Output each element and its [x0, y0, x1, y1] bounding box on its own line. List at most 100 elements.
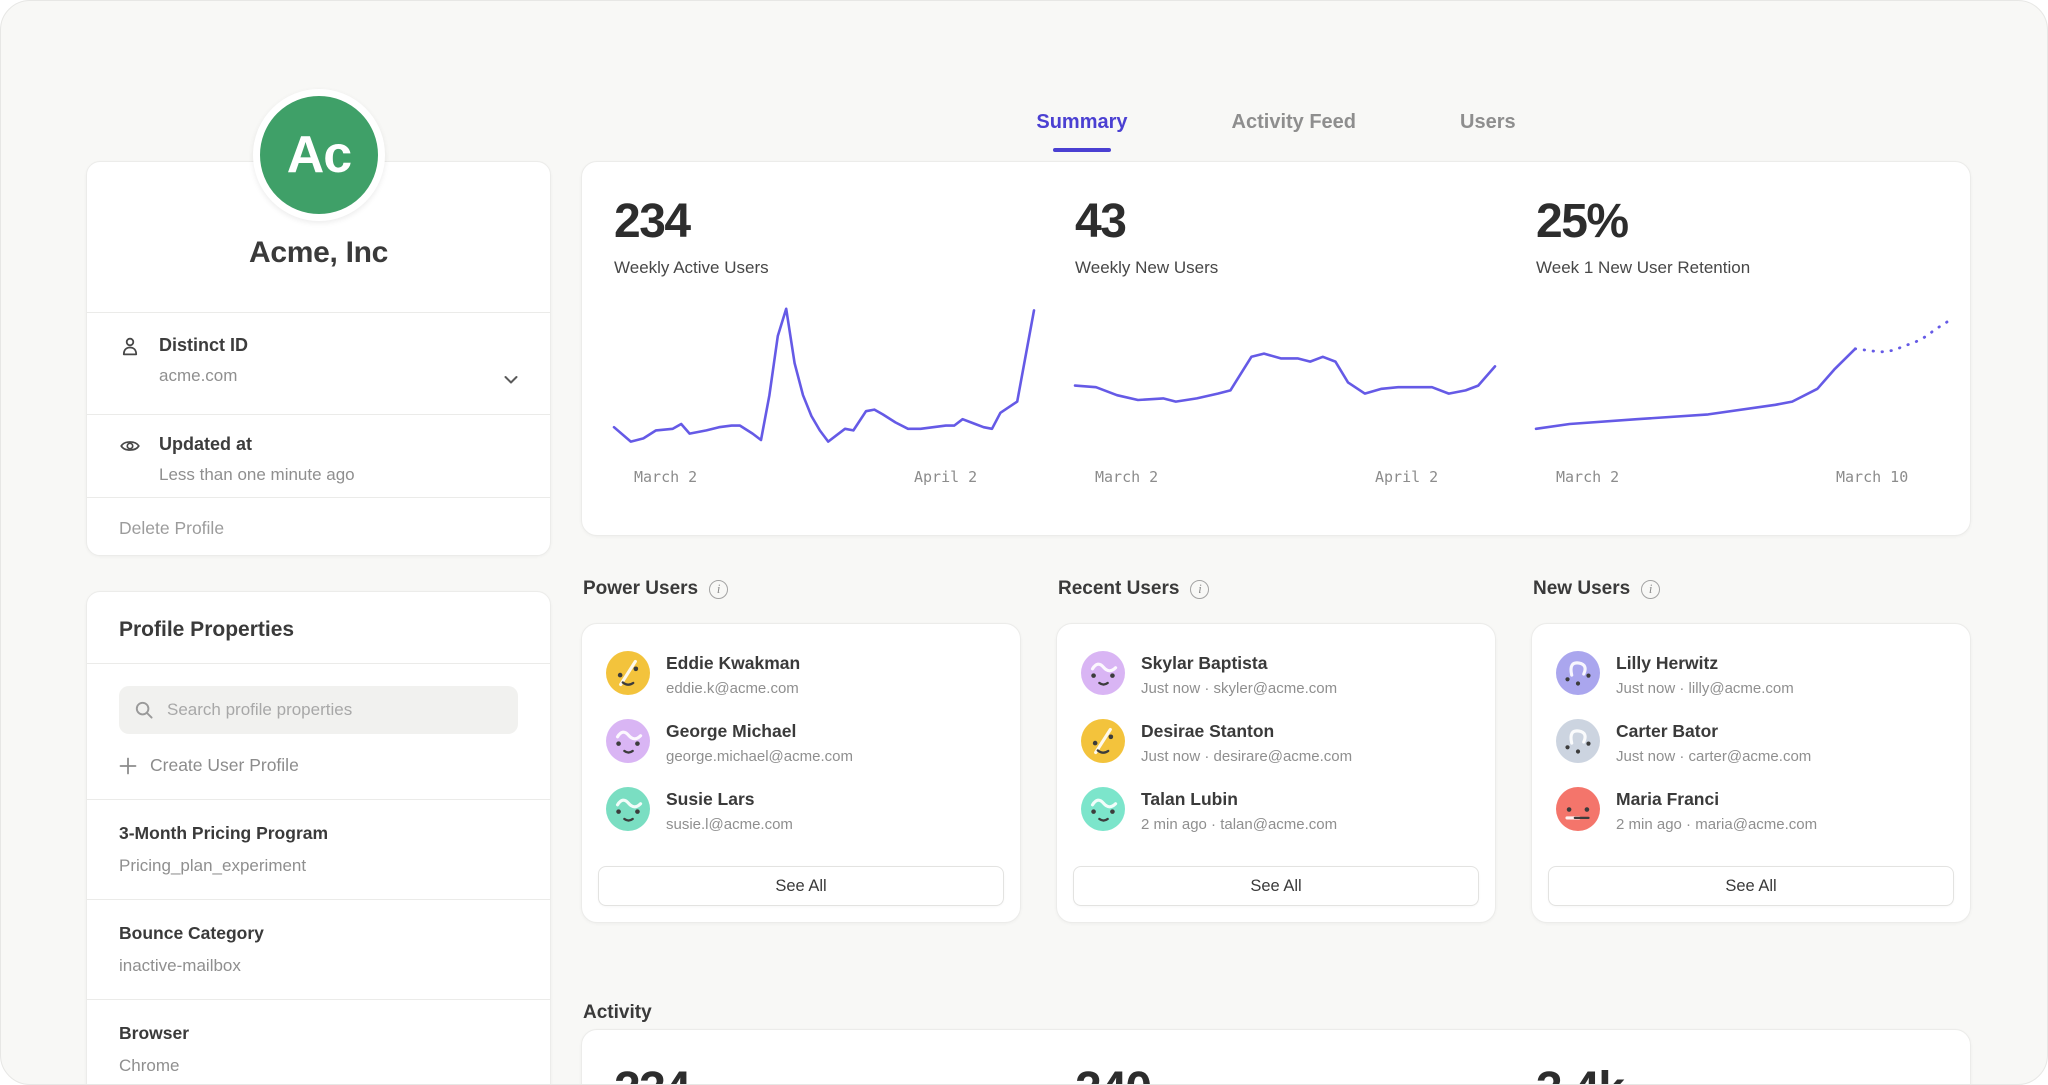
- user-list-item[interactable]: George Michael george.michael@acme.com: [606, 719, 1004, 765]
- plus-icon: [119, 757, 137, 775]
- x-axis-label: April 2: [914, 468, 977, 486]
- user-meta: Just now · skyler@acme.com: [1141, 680, 1337, 697]
- updated-at-row: Updated at Less than one minute ago: [87, 414, 550, 497]
- tab-users[interactable]: Users: [1454, 111, 1522, 150]
- activity-stat-value: 240: [1075, 1066, 1536, 1085]
- user-avatar: [1556, 787, 1600, 831]
- see-all-button[interactable]: See All: [598, 866, 1004, 906]
- user-list-item[interactable]: Maria Franci2 min ago · maria@acme.com: [1556, 787, 1954, 833]
- chevron-down-icon[interactable]: [502, 371, 520, 389]
- tab-summary[interactable]: Summary: [1030, 111, 1133, 150]
- property-value: Pricing_plan_experiment: [119, 856, 518, 876]
- section-header: Power Users i: [581, 576, 1021, 602]
- tab-label: Activity Feed: [1232, 111, 1356, 133]
- user-name: Talan Lubin: [1141, 789, 1337, 810]
- stat-value: 25%: [1536, 198, 1971, 246]
- sparkline-chart: [1536, 296, 1971, 456]
- activity-stat-value: 234: [614, 1066, 1075, 1085]
- distinct-id-value: acme.com: [159, 366, 248, 386]
- user-avatar: [1081, 787, 1125, 831]
- user-avatar: [1556, 651, 1600, 695]
- section-title: Power Users: [583, 578, 698, 600]
- search-input[interactable]: [165, 699, 503, 721]
- company-avatar: Ac: [253, 89, 385, 221]
- sparkline-chart: [614, 296, 1075, 456]
- stat-weekly-active-users: 234Weekly Active UsersMarch 2April 2: [614, 198, 1075, 488]
- avatar-face: [1556, 719, 1600, 763]
- user-avatar: [606, 651, 650, 695]
- stat-label: Weekly New Users: [1075, 258, 1536, 278]
- search-icon: [134, 700, 154, 720]
- updated-at-value: Less than one minute ago: [159, 465, 355, 485]
- user-meta: george.michael@acme.com: [666, 748, 853, 765]
- user-sections: Power Users i Eddie Kwakmaneddie.k@acme.co…: [581, 576, 1971, 923]
- tab-label: Summary: [1036, 111, 1127, 133]
- property-row[interactable]: BrowserChrome: [87, 999, 550, 1085]
- user-text: Skylar BaptistaJust now · skyler@acme.co…: [1141, 651, 1337, 697]
- distinct-id-row[interactable]: Distinct ID acme.com: [87, 312, 550, 414]
- sparkline-svg: [1075, 296, 1495, 456]
- updated-at-label: Updated at: [159, 434, 355, 455]
- user-text: Eddie Kwakmaneddie.k@acme.com: [666, 651, 800, 697]
- x-axis-labels: March 2March 10: [1536, 468, 1956, 488]
- activity-stat: 240: [1075, 1066, 1536, 1085]
- x-axis-label: April 2: [1375, 468, 1438, 486]
- create-user-profile-label: Create User Profile: [150, 755, 299, 776]
- section-power-users: Power Users i Eddie Kwakmaneddie.k@acme.co…: [581, 576, 1021, 923]
- user-list-item[interactable]: Eddie Kwakmaneddie.k@acme.com: [606, 651, 1004, 697]
- profile-properties-search[interactable]: [119, 686, 518, 734]
- user-list-item[interactable]: Desirae Stanton Just now · desirare@acme.…: [1081, 719, 1479, 765]
- activity-stat-value: 3.4k: [1536, 1066, 1997, 1085]
- avatar-face: [1556, 787, 1600, 831]
- user-name: Desirae Stanton: [1141, 721, 1352, 742]
- eye-icon: [119, 435, 141, 457]
- info-icon[interactable]: i: [709, 580, 728, 599]
- user-avatar: [1081, 651, 1125, 695]
- user-list-item[interactable]: Skylar BaptistaJust now · skyler@acme.co…: [1081, 651, 1479, 697]
- user-avatar: [606, 719, 650, 763]
- user-list-item[interactable]: Carter BatorJust now · carter@acme.com: [1556, 719, 1954, 765]
- activity-stats-row: 2342403.4k: [582, 1030, 1970, 1085]
- app-frame: Ac Acme, Inc Distinct ID acme.com: [0, 0, 2048, 1085]
- section-header: Recent Usersi: [1056, 576, 1496, 602]
- create-user-profile-button[interactable]: Create User Profile: [119, 734, 518, 799]
- active-tab-underline: [1053, 148, 1111, 152]
- user-list-card: Skylar BaptistaJust now · skyler@acme.co…: [1056, 623, 1496, 923]
- tab-activity-feed[interactable]: Activity Feed: [1226, 111, 1362, 150]
- property-row[interactable]: 3-Month Pricing ProgramPricing_plan_expe…: [87, 799, 550, 899]
- section-recent-users: Recent Usersi Skylar BaptistaJust now · s…: [1056, 576, 1496, 923]
- info-icon[interactable]: i: [1641, 580, 1660, 599]
- summary-stats-card: 234Weekly Active UsersMarch 2April 243We…: [581, 161, 1971, 536]
- avatar-face: [606, 719, 650, 763]
- stats-row: 234Weekly Active UsersMarch 2April 243We…: [582, 162, 1970, 488]
- stat-value: 234: [614, 198, 1075, 246]
- property-name: Bounce Category: [119, 923, 518, 944]
- user-text: Susie Larssusie.l@acme.com: [666, 787, 793, 833]
- see-all-button[interactable]: See All: [1548, 866, 1954, 906]
- section-new-users: New Users i Lilly HerwitzJust now · lilly@…: [1531, 576, 1971, 923]
- x-axis-label: March 10: [1836, 468, 1908, 486]
- user-text: Maria Franci2 min ago · maria@acme.com: [1616, 787, 1817, 833]
- property-row[interactable]: Bounce Category inactive-mailbox: [87, 899, 550, 999]
- user-name: George Michael: [666, 721, 853, 742]
- info-icon[interactable]: i: [1190, 580, 1209, 599]
- activity-card: 2342403.4k: [581, 1029, 1971, 1085]
- delete-profile-button[interactable]: Delete Profile: [87, 497, 550, 556]
- user-list-item[interactable]: Susie Larssusie.l@acme.com: [606, 787, 1004, 833]
- user-meta: Just now · desirare@acme.com: [1141, 748, 1352, 765]
- user-list-item[interactable]: Talan Lubin2 min ago · talan@acme.com: [1081, 787, 1479, 833]
- avatar-face: [1081, 787, 1125, 831]
- see-all-button[interactable]: See All: [1073, 866, 1479, 906]
- section-title: New Users: [1533, 578, 1630, 600]
- user-list-item[interactable]: Lilly HerwitzJust now · lilly@acme.com: [1556, 651, 1954, 697]
- property-value: inactive-mailbox: [119, 956, 518, 976]
- user-meta: susie.l@acme.com: [666, 816, 793, 833]
- user-text: Talan Lubin2 min ago · talan@acme.com: [1141, 787, 1337, 833]
- profile-properties-title: Profile Properties: [87, 592, 550, 663]
- property-name: Browser: [119, 1023, 518, 1044]
- person-icon: [119, 336, 141, 358]
- user-text: George Michael george.michael@acme.com: [666, 719, 853, 765]
- stat-label: Weekly Active Users: [614, 258, 1075, 278]
- sparkline-svg: [1536, 296, 1956, 456]
- avatar-face: [1081, 719, 1125, 763]
